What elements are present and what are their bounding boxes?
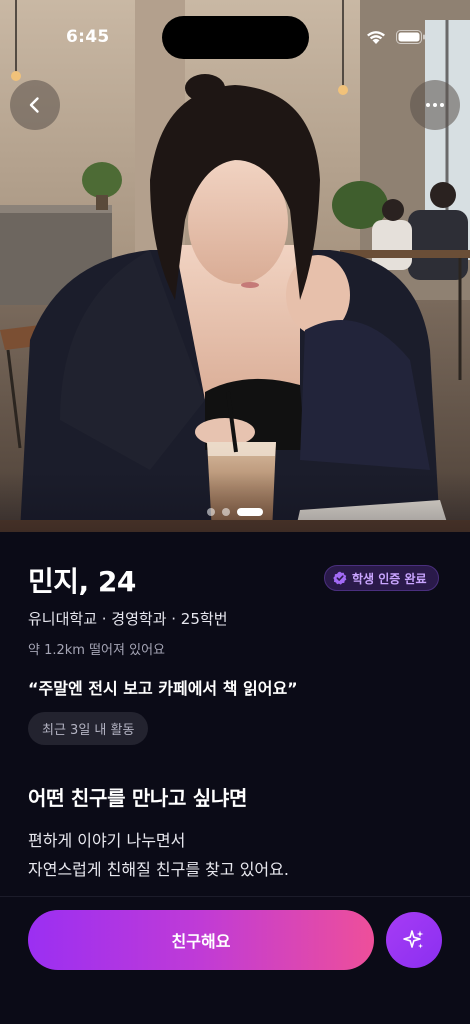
verify-badge: 학생 인증 완료 xyxy=(324,565,439,591)
chevron-left-icon xyxy=(29,97,39,113)
status-time: 6:45 xyxy=(66,27,110,47)
ideal-friend-description: 편하게 이야기 나누면서 자연스럽게 친해질 친구를 찾고 있어요. xyxy=(28,826,448,884)
dynamic-island xyxy=(162,16,309,59)
befriend-button-label: 친구해요 xyxy=(171,932,231,951)
sparkle-button[interactable] xyxy=(386,912,442,968)
profile-photo[interactable] xyxy=(0,0,470,532)
more-horizontal-icon xyxy=(426,103,444,107)
wifi-icon xyxy=(367,31,385,44)
photo-page-indicator xyxy=(0,508,470,516)
page-dot[interactable] xyxy=(222,508,230,516)
more-options-button[interactable] xyxy=(410,80,460,130)
befriend-button[interactable]: 친구해요 xyxy=(28,910,374,970)
ideal-friend-line: 편하게 이야기 나누면서 xyxy=(28,831,186,850)
bottom-action-bar: 친구해요 xyxy=(0,896,470,1024)
verified-check-icon xyxy=(333,571,347,585)
activity-chip: 최근 3일 내 활동 xyxy=(28,712,149,745)
ideal-friend-title: 어떤 친구를 만나고 싶냐면 xyxy=(28,786,248,810)
battery-icon xyxy=(396,30,425,44)
photo-bottom-fade xyxy=(0,472,470,532)
profile-info: 민지, 24 학생 인증 완료 유니대학교 · 경영학과 · 25학번 약 1.… xyxy=(0,532,470,896)
page-dot[interactable] xyxy=(207,508,215,516)
distance-text: 약 1.2km 떨어져 있어요 xyxy=(28,643,165,658)
verify-badge-label: 학생 인증 완료 xyxy=(352,571,427,586)
page-dot-active[interactable] xyxy=(237,508,263,516)
status-bar: 6:45 xyxy=(0,0,470,60)
ideal-friend-line: 자연스럽게 친해질 친구를 찾고 있어요. xyxy=(28,860,289,879)
profile-name-age: 민지, 24 xyxy=(28,565,136,598)
cafe-photo-illustration xyxy=(0,0,470,532)
activity-chip-label: 최근 3일 내 활동 xyxy=(42,723,135,738)
profile-quote: “주말엔 전시 보고 카페에서 책 읽어요” xyxy=(28,679,298,698)
school-info: 유니대학교 · 경영학과 · 25학번 xyxy=(28,610,228,628)
sparkle-icon xyxy=(403,930,424,949)
back-button[interactable] xyxy=(10,80,60,130)
